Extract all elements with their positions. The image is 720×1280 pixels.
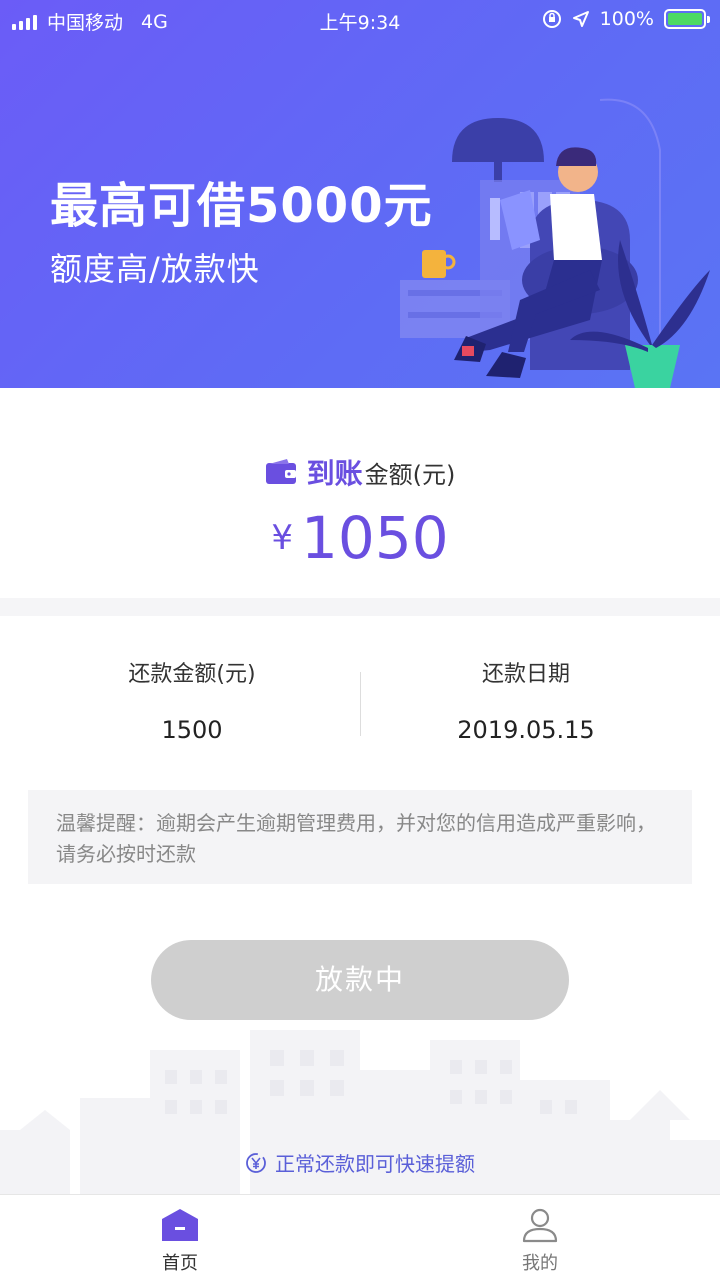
overdue-notice: 温馨提醒：逾期会产生逾期管理费用，并对您的信用造成严重影响，请务必按时还款 bbox=[28, 790, 692, 884]
status-bar: 中国移动 4G 上午9:34 100% bbox=[0, 0, 720, 40]
tab-home[interactable]: 首页 bbox=[120, 1207, 240, 1275]
orientation-lock-icon bbox=[542, 10, 561, 28]
user-icon bbox=[522, 1208, 558, 1243]
repayment-date-block: 还款日期 2019.05.15 bbox=[346, 656, 706, 744]
received-amount: ¥1050 bbox=[0, 504, 720, 572]
location-arrow-icon bbox=[572, 11, 589, 27]
amount-title-rest: 金额(元) bbox=[364, 460, 456, 489]
disbursing-button[interactable]: 放款中 bbox=[151, 940, 569, 1020]
currency-symbol: ¥ bbox=[271, 518, 294, 558]
repayment-summary: 还款金额(元) 1500 还款日期 2019.05.15 bbox=[0, 616, 720, 776]
battery-percent: 100% bbox=[599, 8, 654, 30]
amount-title-strong: 到账 bbox=[306, 457, 363, 490]
promo-banner[interactable]: 中国移动 4G 上午9:34 100% 最高可借5000元 额度高/放款快 bbox=[0, 0, 720, 388]
banner-subline: 额度高/放款快 bbox=[50, 250, 260, 288]
section-divider bbox=[0, 598, 720, 616]
repayment-amount-block: 还款金额(元) 1500 bbox=[12, 656, 372, 744]
received-amount-value: 1050 bbox=[301, 504, 449, 572]
battery-icon bbox=[664, 9, 710, 29]
tab-home-label: 首页 bbox=[162, 1253, 198, 1274]
tab-mine-label: 我的 bbox=[522, 1253, 558, 1274]
repayment-date-value: 2019.05.15 bbox=[457, 716, 595, 744]
banner-headline: 最高可借5000元 bbox=[50, 178, 433, 234]
wallet-icon bbox=[265, 459, 296, 484]
tab-mine[interactable]: 我的 bbox=[480, 1207, 600, 1275]
tab-bar: 首页 我的 bbox=[0, 1194, 720, 1280]
yen-coin-icon bbox=[246, 1152, 266, 1173]
home-icon bbox=[162, 1209, 198, 1241]
person-laptop-illustration bbox=[400, 98, 710, 388]
credit-tip: 正常还款即可快速提额 bbox=[0, 1148, 720, 1177]
repayment-amount-value: 1500 bbox=[161, 716, 223, 744]
credit-tip-text: 正常还款即可快速提额 bbox=[275, 1152, 475, 1176]
received-amount-title: 到账 金额(元) bbox=[0, 452, 720, 492]
repayment-date-label: 还款日期 bbox=[481, 662, 570, 687]
repayment-amount-label: 还款金额(元) bbox=[128, 662, 256, 687]
